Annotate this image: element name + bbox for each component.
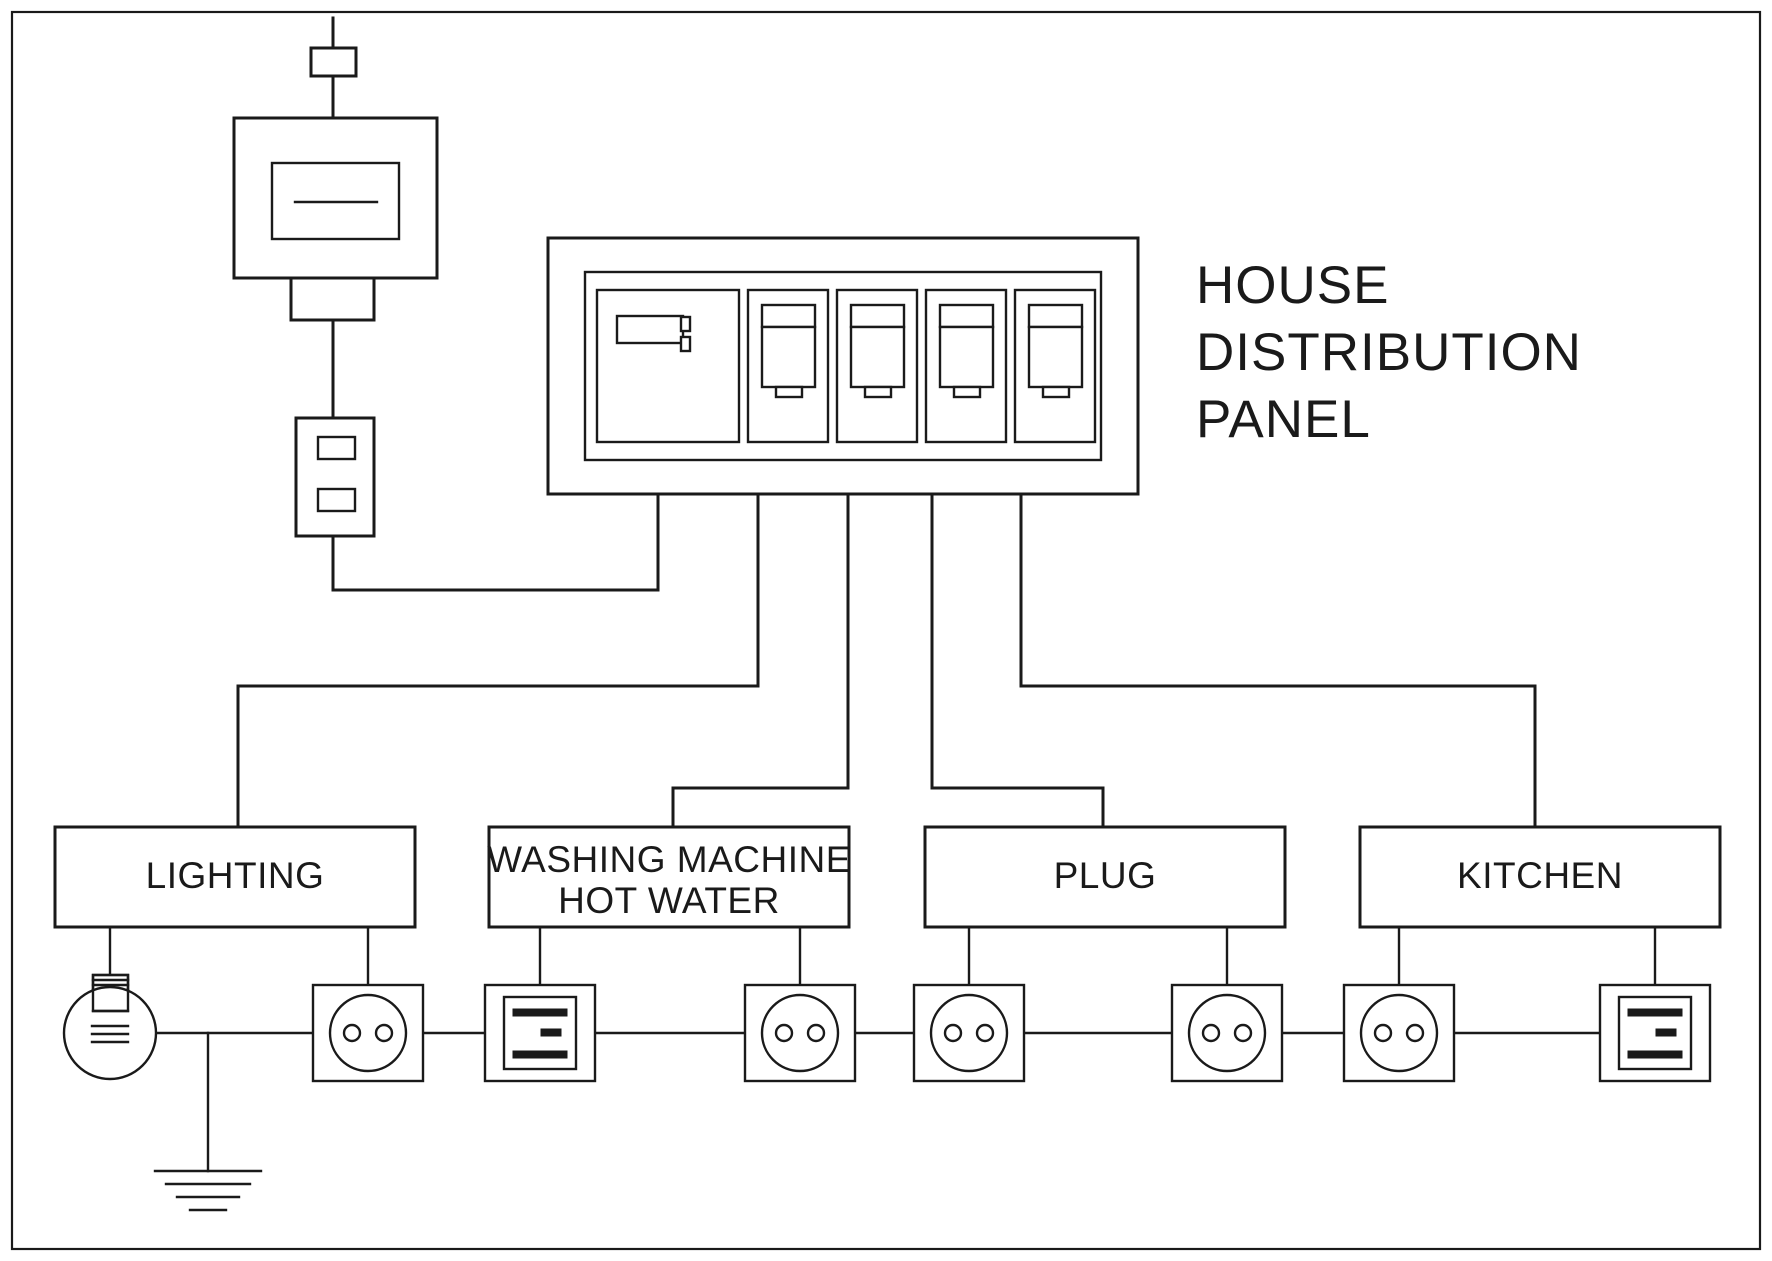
panel-main-switch-module[interactable] <box>595 288 741 444</box>
service-fuse-icon <box>309 46 358 78</box>
breaker-1-label-band <box>760 303 817 329</box>
earth-ground-icon <box>153 1031 263 1212</box>
breaker-4-toggle-tab <box>1041 385 1071 399</box>
kitchen-box-label: KITCHEN <box>1457 855 1623 896</box>
switch-2-terminal-upper <box>1627 1008 1683 1017</box>
switch-2-contact-marker <box>1655 1028 1677 1037</box>
wall-switch-icon-1[interactable] <box>483 983 597 1083</box>
distribution-panel <box>546 236 1140 496</box>
socket-outlet-icon-1[interactable] <box>311 983 425 1083</box>
isolator-contact-lower <box>316 487 357 513</box>
main-switch-toggle-window <box>615 314 685 345</box>
circuit-label-boxes: LIGHTING WASHING MACHINE HOT WATER PLUG … <box>53 825 1722 929</box>
circuit-breaker-1[interactable] <box>746 288 830 444</box>
breaker-4-window <box>1027 325 1084 389</box>
meter-terminal-cover <box>289 276 376 322</box>
circuit-breaker-3[interactable] <box>924 288 1008 444</box>
feeder-plug <box>930 492 1105 829</box>
device-drop-wires <box>108 925 1657 987</box>
wiring-diagram-svg: HOUSE DISTRIBUTION PANEL LIGHTING WASHIN… <box>10 10 1762 1251</box>
breaker-1-window <box>760 325 817 389</box>
circuit-box-plug[interactable]: PLUG <box>923 825 1287 929</box>
feeder-kitchen <box>1019 492 1537 829</box>
socket-outlet-icon-3[interactable] <box>912 983 1026 1083</box>
breaker-2-toggle-tab <box>863 385 893 399</box>
circuit-box-washing-machine[interactable]: WASHING MACHINE HOT WATER <box>487 825 851 929</box>
switch-1-terminal-lower <box>512 1050 568 1059</box>
wiring-diagram-canvas: HOUSE DISTRIBUTION PANEL LIGHTING WASHIN… <box>0 0 1772 1261</box>
wall-switch-icon-2[interactable] <box>1598 983 1712 1083</box>
breaker-4-label-band <box>1027 303 1084 329</box>
socket-1-pin-hole-left <box>342 1023 362 1043</box>
circuit-feeder-wires <box>236 492 1537 829</box>
circuit-breaker-4[interactable] <box>1013 288 1097 444</box>
circuit-breaker-2[interactable] <box>835 288 919 444</box>
socket-3-body <box>929 993 1009 1073</box>
circuit-box-lighting[interactable]: LIGHTING <box>53 825 417 929</box>
feeder-lighting <box>236 492 760 829</box>
main-switch-body <box>595 288 741 444</box>
isolator-contact-upper <box>316 435 357 461</box>
socket-4-body <box>1187 993 1267 1073</box>
main-switch-indicator-lower <box>679 335 692 353</box>
panel-title-line-1: HOUSE <box>1196 256 1389 315</box>
socket-4-pin-hole-left <box>1201 1023 1221 1043</box>
isolator-to-panel-feeder <box>331 492 660 592</box>
main-switch-indicator-upper <box>679 315 692 333</box>
socket-1-pin-hole-right <box>374 1023 394 1043</box>
main-isolator-icon <box>294 416 376 538</box>
panel-title-block: HOUSE DISTRIBUTION PANEL <box>1196 256 1582 449</box>
switch-1-contact-marker <box>540 1028 562 1037</box>
circuit-box-kitchen[interactable]: KITCHEN <box>1358 825 1722 929</box>
socket-5-pin-hole-right <box>1405 1023 1425 1043</box>
breaker-2-window <box>849 325 906 389</box>
socket-2-pin-hole-left <box>774 1023 794 1043</box>
washing-machine-box-label-line-2: HOT WATER <box>558 880 780 921</box>
breaker-1-toggle-tab <box>774 385 804 399</box>
panel-title-line-2: DISTRIBUTION <box>1196 323 1582 382</box>
socket-2-pin-hole-right <box>806 1023 826 1043</box>
breaker-2-label-band <box>849 303 906 329</box>
breaker-3-toggle-tab <box>952 385 982 399</box>
washing-machine-box-label-line-1: WASHING MACHINE <box>487 839 851 880</box>
socket-2-body <box>760 993 840 1073</box>
socket-5-body <box>1359 993 1439 1073</box>
breaker-3-window <box>938 325 995 389</box>
socket-4-pin-hole-right <box>1233 1023 1253 1043</box>
breaker-3-label-band <box>938 303 995 329</box>
lamp-icon[interactable] <box>62 973 158 1081</box>
socket-5-pin-hole-left <box>1373 1023 1393 1043</box>
lighting-box-label: LIGHTING <box>146 855 325 896</box>
feeder-washing-machine <box>671 492 850 829</box>
socket-3-pin-hole-left <box>943 1023 963 1043</box>
switch-2-terminal-lower <box>1627 1050 1683 1059</box>
socket-outlet-icon-4[interactable] <box>1170 983 1284 1083</box>
socket-outlet-icon-2[interactable] <box>743 983 857 1083</box>
plug-box-label: PLUG <box>1054 855 1157 896</box>
switch-1-terminal-upper <box>512 1008 568 1017</box>
socket-outlet-icon-5[interactable] <box>1342 983 1456 1083</box>
socket-3-pin-hole-right <box>975 1023 995 1043</box>
panel-title-line-3: PANEL <box>1196 390 1371 449</box>
socket-1-body <box>328 993 408 1073</box>
